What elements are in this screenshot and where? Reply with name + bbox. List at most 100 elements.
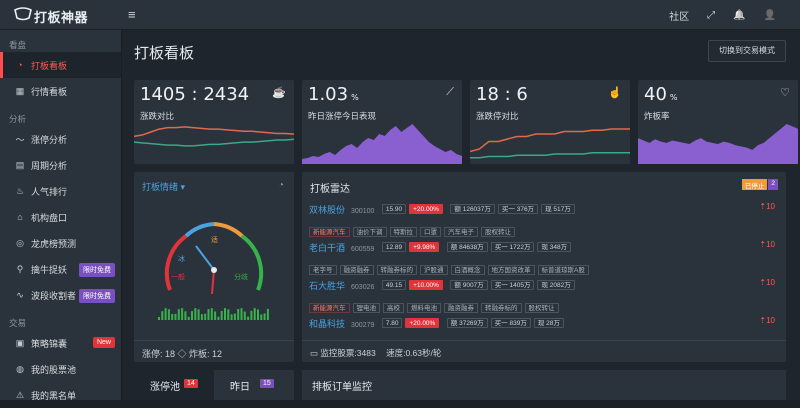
mood-card: 打板情绪 ▾ ◔ 冰 一般 适 分歧 涨停: 18 ◇ 炸板: 12 (134, 172, 294, 362)
mood-bar (194, 308, 197, 320)
sidebar-section-label: 看盘 (9, 40, 27, 50)
cup-icon: ☕ (272, 87, 286, 99)
sidebar-item-label: 波段收割者 (31, 290, 77, 301)
mood-bar (230, 314, 233, 320)
concept-tag[interactable]: 股权转让 (481, 227, 515, 237)
stat-value: 1405 : 2434 (140, 84, 250, 105)
sidebar-badge: New (92, 337, 115, 348)
flow-pill: 现 348万 (537, 241, 572, 252)
concept-tag[interactable]: 股权转让 (524, 303, 559, 313)
concept-tag[interactable]: 标普道琼斯A股 (537, 265, 589, 275)
switch-trade-mode-button[interactable]: 切换到交易模式 (708, 40, 786, 62)
concept-tag[interactable]: 老字号 (309, 265, 337, 275)
limit-up-count: ⇡10 (759, 240, 775, 249)
sidebar-item[interactable]: ⚲ 擒牛捉妖 限时免费 (0, 256, 121, 282)
bank-icon: ⌂ (17, 212, 23, 222)
concept-tag[interactable]: 地方国资改革 (487, 265, 535, 275)
mood-bar (174, 313, 177, 320)
concept-tag[interactable]: 转融券标的 (481, 303, 522, 313)
concept-tag[interactable]: 融资融券 (444, 303, 478, 313)
sidebar-item[interactable]: ▣ 策略锦囊 New (0, 330, 121, 356)
stat-mini-chart (302, 124, 462, 164)
fullscreen-icon[interactable]: ⤢ (707, 10, 715, 21)
main-content: 打板看板 切换到交易模式 1405 : 2434 涨跌对比 ☕ 1.03% 昨日涨… (122, 30, 800, 400)
mood-bar (224, 308, 226, 320)
mood-bar (233, 313, 236, 320)
sidebar-section-label: 分析 (9, 114, 27, 124)
mood-bar (266, 308, 269, 320)
sidebar-item[interactable]: ◍ 我的股票池 (0, 356, 121, 382)
seal-amount-pill: 额 9007万 (450, 279, 488, 290)
tab-yesterday[interactable]: 昨日 15 (214, 370, 294, 400)
change-pill: +10.00% (409, 279, 443, 290)
sidebar-item[interactable]: ◔ 打板看板 (0, 52, 121, 78)
area-series (302, 124, 462, 164)
mood-bar (197, 309, 200, 320)
mood-title[interactable]: 打板情绪 ▾ (142, 180, 185, 193)
sidebar-badge: 限时免费 (79, 289, 115, 303)
flow-pill: 现 2082万 (537, 279, 575, 290)
concept-tag[interactable]: 新能源汽车 (309, 227, 350, 237)
concept-tag[interactable]: 转融券标的 (376, 265, 417, 275)
sidebar-item[interactable]: ⚠ 我的黑名单 (0, 382, 121, 408)
user-icon[interactable]: 👤 (764, 10, 776, 21)
stat-card: 1.03% 昨日涨停今日表现 ⟋ (302, 80, 462, 164)
mood-bar (247, 316, 250, 320)
stock-code: 300279 (351, 322, 375, 329)
radar-row[interactable]: 老白干酒 600559 12.89 +9.98% 额 84638万 买一 1722万现… (309, 238, 779, 277)
concept-tag[interactable]: 锂电池 (352, 303, 380, 313)
mood-gauge: 冰 一般 适 分歧 (158, 222, 269, 320)
stock-code: 603026 (351, 284, 375, 291)
concept-tag[interactable]: 汽车电子 (444, 227, 478, 237)
sidebar-item[interactable]: ▦ 行情看板 (0, 78, 121, 104)
sidebar-item[interactable]: ⌂ 机构盘口 (0, 204, 121, 230)
tab-limit-up-pool[interactable]: 涨停池 14 (134, 370, 214, 400)
sidebar-item[interactable]: ◎ 龙虎榜预测 (0, 230, 121, 256)
price-pill: 15.90 (381, 203, 407, 214)
mood-bar (171, 313, 174, 320)
radar-row[interactable]: 石大胜华 603026 49.15 +10.00% 额 9007万 买一 1405万现… (309, 276, 779, 315)
mood-bar (257, 309, 259, 320)
stock-name: 石大胜华 (309, 281, 346, 291)
seal-amount-pill: 额 84638万 (446, 241, 488, 252)
sidebar-item[interactable]: ♨ 人气排行 (0, 178, 121, 204)
concept-tag[interactable]: 油价下调 (352, 227, 387, 237)
seal-amount-pill: 额 126037万 (450, 203, 495, 214)
line-series (470, 128, 630, 153)
concept-tag[interactable]: 特斯拉 (389, 227, 417, 237)
mood-bar (250, 310, 253, 320)
concept-tag[interactable]: 高校 (383, 303, 404, 313)
mood-bar (217, 316, 220, 320)
community-link[interactable]: 社区 (669, 8, 689, 23)
concept-tag[interactable]: 燃料电池 (407, 303, 441, 313)
concept-tag[interactable]: 融资融券 (339, 265, 374, 275)
concept-tag[interactable]: 白酒概念 (450, 265, 485, 275)
concept-tag[interactable]: 口罩 (420, 227, 441, 237)
app-logo[interactable]: 打板神器 (34, 7, 88, 26)
mood-bar (184, 311, 187, 320)
alert-icon: ⚠ (15, 389, 25, 400)
change-pill: +20.00% (405, 317, 440, 328)
mood-bar (167, 309, 170, 320)
stat-mini-chart (134, 126, 294, 147)
mood-bar (263, 313, 266, 320)
line-series (134, 138, 294, 147)
gauge-label-good: 适 (211, 235, 218, 244)
concept-tag[interactable]: 新能源汽车 (309, 303, 350, 313)
sidebar-item[interactable]: 〜涨停分析 (0, 126, 121, 152)
radar-status[interactable]: 已停止 2 (741, 179, 778, 190)
mood-bar (220, 310, 223, 320)
mood-bars (158, 308, 269, 320)
bag-icon: ▣ (15, 337, 25, 348)
radar-row[interactable]: 和晶科技 300279 7.80 +20.00% 额 37269万 买一 839万现 … (309, 314, 779, 335)
price-pill: 12.89 (381, 241, 407, 252)
bell-icon[interactable]: 🔔 (733, 10, 745, 21)
concept-tag[interactable]: 沪股通 (420, 265, 448, 275)
menu-toggle-icon[interactable]: ≡ (128, 7, 136, 22)
sidebar-item[interactable]: ▤ 周期分析 (0, 152, 121, 178)
radar-card: 打板雷达 已停止 2 双林股份 300100 15.90 +20.00% 额 126… (302, 172, 786, 362)
sidebar-item[interactable]: ∿ 波段收割者 限时免费 (0, 282, 121, 308)
chart-icon: ▤ (15, 159, 25, 170)
radar-row[interactable]: 双林股份 300100 15.90 +20.00% 额 126037万 买一 376万… (309, 200, 779, 239)
info-icon[interactable]: ◔ (278, 180, 284, 191)
